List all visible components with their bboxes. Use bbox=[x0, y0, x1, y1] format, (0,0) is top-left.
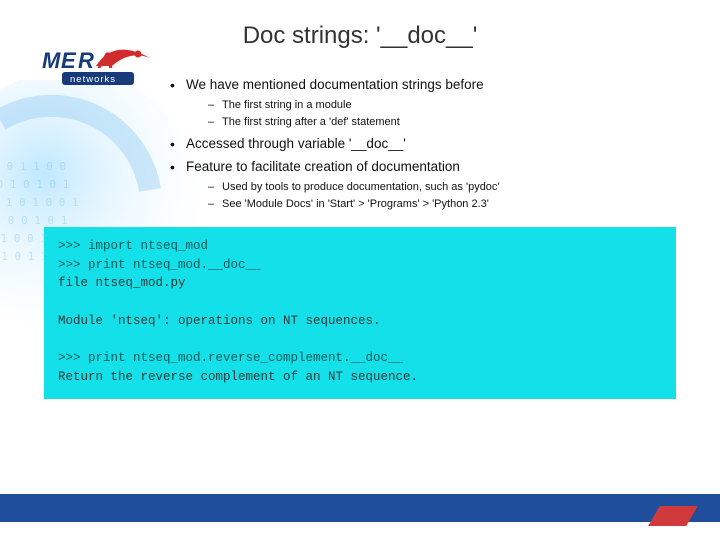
slide-title: Doc strings: '__doc__' bbox=[0, 0, 720, 50]
svg-text:E: E bbox=[61, 48, 77, 73]
svg-text:1 0 1 0 0 1 0 1: 1 0 1 0 0 1 0 1 bbox=[0, 214, 67, 227]
bullet-item: We have mentioned documentation strings … bbox=[170, 76, 720, 131]
bullet-text: Feature to facilitate creation of docume… bbox=[186, 159, 460, 174]
svg-text:0 1 0 1 0 1 0 0 1: 0 1 0 1 0 1 0 0 1 bbox=[0, 196, 79, 209]
bullet-content: We have mentioned documentation strings … bbox=[170, 76, 720, 213]
svg-text:A: A bbox=[97, 48, 114, 73]
footer-bar bbox=[0, 484, 720, 540]
svg-text:1 0 0 1 0 1 0 1: 1 0 0 1 0 1 0 1 bbox=[0, 178, 69, 191]
sub-bullet-item: See 'Module Docs' in 'Start' > 'Programs… bbox=[208, 196, 720, 213]
footer-blue-bar bbox=[0, 494, 720, 522]
mera-logo: M E R A networks bbox=[42, 44, 160, 99]
svg-text:R: R bbox=[78, 48, 94, 73]
logo-subtext: networks bbox=[70, 74, 116, 85]
bullet-text: We have mentioned documentation strings … bbox=[186, 77, 484, 92]
sub-bullet-item: Used by tools to produce documentation, … bbox=[208, 179, 720, 196]
sub-bullet-item: The first string in a module bbox=[208, 97, 720, 114]
bullet-item: Feature to facilitate creation of docume… bbox=[170, 158, 720, 213]
svg-text:0 1 0 1 1 0 0: 0 1 0 1 1 0 0 bbox=[0, 160, 66, 173]
bullet-item: Accessed through variable '__doc__' bbox=[170, 135, 720, 153]
sub-bullet-item: The first string after a 'def' statement bbox=[208, 114, 720, 131]
svg-text:M: M bbox=[42, 48, 61, 73]
code-example: >>> import ntseq_mod >>> print ntseq_mod… bbox=[44, 227, 676, 399]
